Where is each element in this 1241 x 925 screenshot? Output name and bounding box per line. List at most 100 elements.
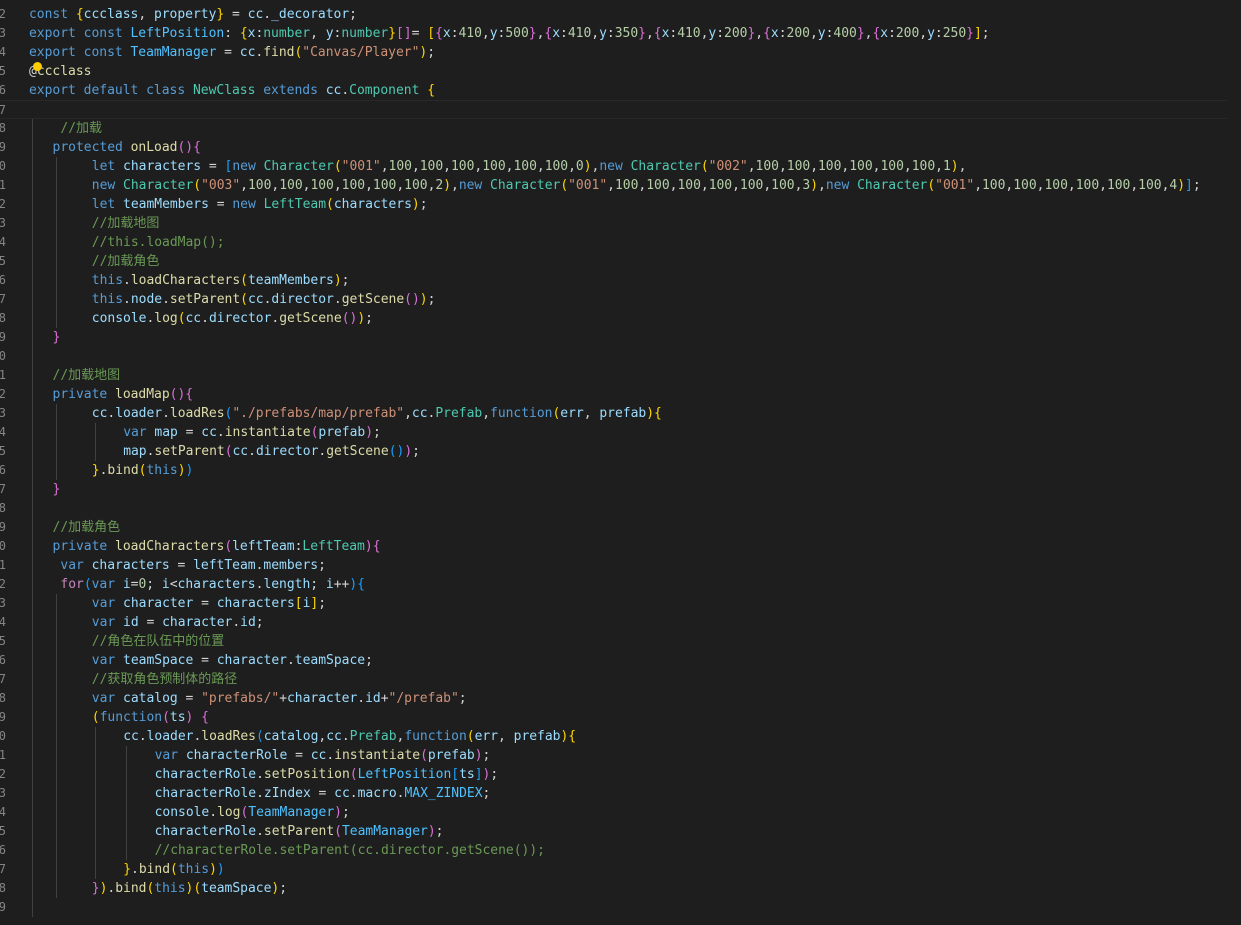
code-line[interactable]: 2 private loadMap(){ <box>0 385 1241 404</box>
code-line[interactable]: 9 //加载角色 <box>0 518 1241 537</box>
code-area[interactable]: 2 const {ccclass, property} = cc._decorat… <box>0 5 1241 917</box>
code-token: ; <box>412 444 420 459</box>
code-token: , <box>747 159 756 174</box>
line-number: 1 <box>0 368 6 382</box>
code-line[interactable]: 7} <box>0 480 1241 499</box>
code-line[interactable]: 9} <box>0 328 1241 347</box>
code-line[interactable]: 9 <box>0 898 1241 917</box>
code-line[interactable]: 5 //加载角色 <box>0 252 1241 271</box>
line-number: 7 <box>0 103 6 117</box>
code-token: _decorator <box>271 7 350 22</box>
code-line[interactable]: 2 const {ccclass, property} = cc._decorat… <box>0 5 1241 24</box>
code-token: , <box>536 159 545 174</box>
code-token: private <box>52 539 116 554</box>
indent-guide <box>32 328 33 347</box>
code-line[interactable]: 6}.bind(this)) <box>0 461 1241 480</box>
code-line[interactable]: 6 //characterRole.setParent(cc.director.g… <box>0 841 1241 860</box>
code-token: [ <box>451 767 460 782</box>
line-number: 6 <box>0 273 6 287</box>
code-line[interactable]: 2 characterRole.setPosition(LeftPosition[… <box>0 765 1241 784</box>
indent-guide <box>94 442 96 461</box>
code-line[interactable]: 9 protected onLoad(){ <box>0 138 1241 157</box>
code-line[interactable]: 4 export const TeamManager = cc.find("Can… <box>0 43 1241 62</box>
code-token: . <box>286 653 295 668</box>
code-line[interactable]: 3 cc.loader.loadRes("./prefabs/map/prefab… <box>0 404 1241 423</box>
code-line[interactable]: 7}.bind(this)) <box>0 860 1241 879</box>
indent-guide <box>32 214 33 233</box>
code-line[interactable]: 4 var id = character.id; <box>0 613 1241 632</box>
code-line[interactable]: 7 <box>0 100 1241 119</box>
code-line[interactable]: 0 <box>0 347 1241 366</box>
code-line[interactable]: 5 @ccclass <box>0 62 1241 81</box>
indent-guide <box>32 442 33 461</box>
code-token: ] <box>1185 178 1193 193</box>
code-line[interactable]: 2 for(var i=0; i<characters.length; i++){ <box>0 575 1241 594</box>
code-token: ) <box>583 159 592 174</box>
code-line[interactable]: 5 //角色在队伍中的位置 <box>0 632 1241 651</box>
code-token: 100 <box>450 159 475 174</box>
code-token: i <box>325 577 334 592</box>
code-token: const <box>83 26 131 41</box>
code-line[interactable]: 8 <box>0 499 1241 518</box>
code-line[interactable]: 0 cc.loader.loadRes(catalog,cc.Prefab,fun… <box>0 727 1241 746</box>
code-line[interactable]: 7 this.node.setParent(cc.director.getScen… <box>0 290 1241 309</box>
code-line[interactable]: 4 var map = cc.instantiate(prefab); <box>0 423 1241 442</box>
code-line[interactable]: 1 var characters = leftTeam.members; <box>0 556 1241 575</box>
code-token: , <box>732 178 740 193</box>
code-token: } <box>52 482 61 497</box>
code-token: find <box>263 45 295 60</box>
code-line[interactable]: 6 export default class NewClass extends c… <box>0 81 1241 100</box>
code-line[interactable]: 8 console.log(cc.director.getScene()); <box>0 309 1241 328</box>
code-text: for(var i=0; i<characters.length; i++){ <box>60 575 365 594</box>
code-token: 410 <box>677 26 701 41</box>
code-line[interactable]: 0 private loadCharacters(leftTeam:LeftTea… <box>0 537 1241 556</box>
code-token: . <box>123 292 131 307</box>
code-line[interactable]: 6 this.loadCharacters(teamMembers); <box>0 271 1241 290</box>
code-token: id <box>240 615 256 630</box>
code-token: ] <box>474 767 483 782</box>
code-line[interactable]: 1 var characterRole = cc.instantiate(pref… <box>0 746 1241 765</box>
code-line[interactable]: 0 let characters = [new Character("001",1… <box>0 157 1241 176</box>
code-token: getScene <box>279 311 342 326</box>
code-line[interactable]: 3 //加载地图 <box>0 214 1241 233</box>
indent-guide <box>94 423 96 442</box>
code-token: x <box>552 26 561 41</box>
code-line[interactable]: 8}).bind(this)(teamSpace); <box>0 879 1241 898</box>
code-token: . <box>333 292 342 307</box>
code-line[interactable]: 6 var teamSpace = character.teamSpace; <box>0 651 1241 670</box>
code-line[interactable]: 8 //加载 <box>0 119 1241 138</box>
indent-guide <box>94 803 96 822</box>
code-token: ) <box>334 805 342 820</box>
code-line[interactable]: 5 characterRole.setParent(TeamManager); <box>0 822 1241 841</box>
indent-guide <box>32 670 33 689</box>
code-line[interactable]: 4 //this.loadMap(); <box>0 233 1241 252</box>
code-line[interactable]: 5 map.setParent(cc.director.getScene()); <box>0 442 1241 461</box>
code-token: { <box>201 710 209 725</box>
code-editor[interactable]: 2 const {ccclass, property} = cc._decorat… <box>0 0 1241 925</box>
code-line[interactable]: 7 //获取角色预制体的路径 <box>0 670 1241 689</box>
code-token: , <box>310 26 326 41</box>
code-token: cc <box>326 729 342 744</box>
code-token: + <box>279 691 287 706</box>
code-token: = <box>201 159 225 174</box>
code-token: log <box>154 311 178 326</box>
code-line[interactable]: 3 export const LeftPosition: {x:number, y… <box>0 24 1241 43</box>
code-token: TeamManager <box>130 45 217 60</box>
code-token: let <box>91 159 124 174</box>
lightbulb-icon[interactable] <box>33 62 42 71</box>
code-line[interactable]: 3 var character = characters[i]; <box>0 594 1241 613</box>
code-token: ) <box>1177 178 1186 193</box>
code-line[interactable]: 1 //加载地图 <box>0 366 1241 385</box>
code-token: { <box>75 7 84 22</box>
code-line[interactable]: 2 let teamMembers = new LeftTeam(characte… <box>0 195 1241 214</box>
code-line[interactable]: 3 characterRole.zIndex = cc.macro.MAX_ZIN… <box>0 784 1241 803</box>
code-line[interactable]: 8 var catalog = "prefabs/"+character.id+"… <box>0 689 1241 708</box>
indent-guide <box>32 727 33 746</box>
vertical-scrollbar[interactable] <box>1227 0 1241 925</box>
code-line[interactable]: 9 (function(ts) { <box>0 708 1241 727</box>
code-text: console.log(TeamManager); <box>155 803 350 822</box>
code-line[interactable]: 1 new Character("003",100,100,100,100,100… <box>0 176 1241 195</box>
code-line[interactable]: 4 console.log(TeamManager); <box>0 803 1241 822</box>
code-token: } <box>966 26 974 41</box>
code-token: ( <box>240 273 248 288</box>
